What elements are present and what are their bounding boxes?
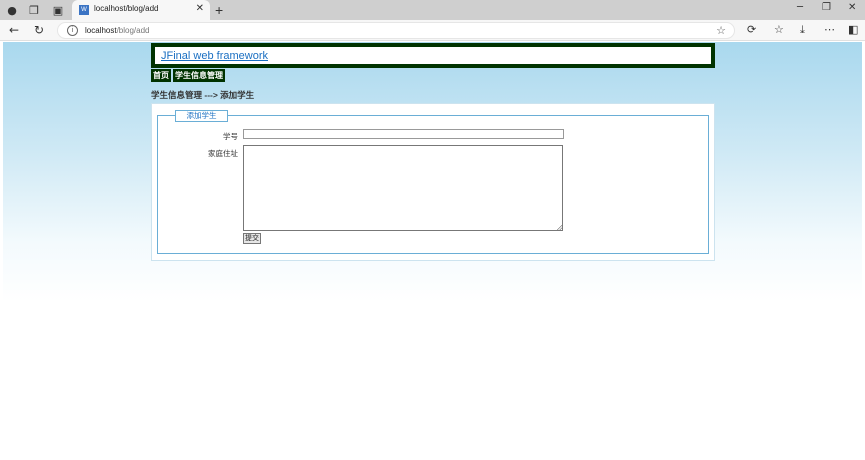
student-id-input[interactable] (243, 129, 564, 139)
browser-tab-bar: ● ❐ ▣ W localhost/blog/add ✕ + ─ ❐ ✕ (0, 0, 865, 20)
url-text: localhost/blog/add (85, 26, 150, 35)
site-header: JFinal web framework (151, 43, 715, 68)
breadcrumb: 学生信息管理 ---> 添加学生 (151, 90, 255, 100)
add-student-fieldset: 添加学生 学号 家庭住址 提交 (157, 110, 709, 254)
back-icon[interactable]: ← (9, 23, 19, 37)
downloads-icon[interactable]: ⤓ (800, 23, 805, 37)
extensions-icon[interactable]: ⟳ (747, 23, 756, 36)
close-window-icon[interactable]: ✕ (848, 2, 856, 13)
student-id-label: 学号 (223, 132, 238, 141)
site-info-icon[interactable]: i (67, 25, 78, 36)
tab-close-icon[interactable]: ✕ (196, 3, 204, 14)
textarea-resize-handle[interactable] (557, 225, 562, 230)
main-menu: 首页 学生信息管理 (151, 69, 225, 82)
new-tab-icon[interactable]: + (215, 2, 223, 18)
address-label: 家庭住址 (208, 149, 238, 158)
url-host: localhost (85, 26, 117, 35)
more-menu-icon[interactable]: ⋯ (824, 23, 835, 36)
content-panel: 添加学生 学号 家庭住址 提交 (151, 103, 715, 261)
tab-actions-icon[interactable]: ▣ (51, 3, 65, 17)
minimize-icon[interactable]: ─ (797, 2, 803, 13)
fieldset-legend: 添加学生 (175, 110, 228, 122)
restore-icon[interactable]: ❐ (822, 2, 831, 13)
address-textarea[interactable] (243, 145, 563, 231)
workspaces-icon[interactable]: ❐ (27, 3, 41, 17)
browser-toolbar: ← ↻ i localhost/blog/add ☆ ⟳ ☆ ⤓ ⋯ ◧ (0, 20, 865, 41)
browser-tab[interactable]: W localhost/blog/add ✕ (72, 0, 210, 20)
sidebar-icon[interactable]: ◧ (848, 23, 858, 36)
address-bar[interactable]: i localhost/blog/add ☆ (57, 22, 735, 39)
reload-icon[interactable]: ↻ (34, 23, 44, 37)
tab-favicon-icon: W (79, 5, 89, 15)
profile-icon[interactable]: ● (5, 3, 19, 17)
url-path: /blog/add (116, 26, 150, 35)
favorite-star-icon[interactable]: ☆ (716, 24, 726, 37)
menu-item-student-management[interactable]: 学生信息管理 (173, 69, 225, 82)
site-title-link[interactable]: JFinal web framework (161, 50, 268, 62)
favorites-icon[interactable]: ☆ (774, 23, 784, 36)
submit-button[interactable]: 提交 (243, 233, 261, 244)
tab-title: localhost/blog/add (94, 4, 159, 13)
page-viewport: JFinal web framework 首页 学生信息管理 学生信息管理 --… (3, 42, 862, 458)
menu-item-home[interactable]: 首页 (151, 69, 171, 82)
